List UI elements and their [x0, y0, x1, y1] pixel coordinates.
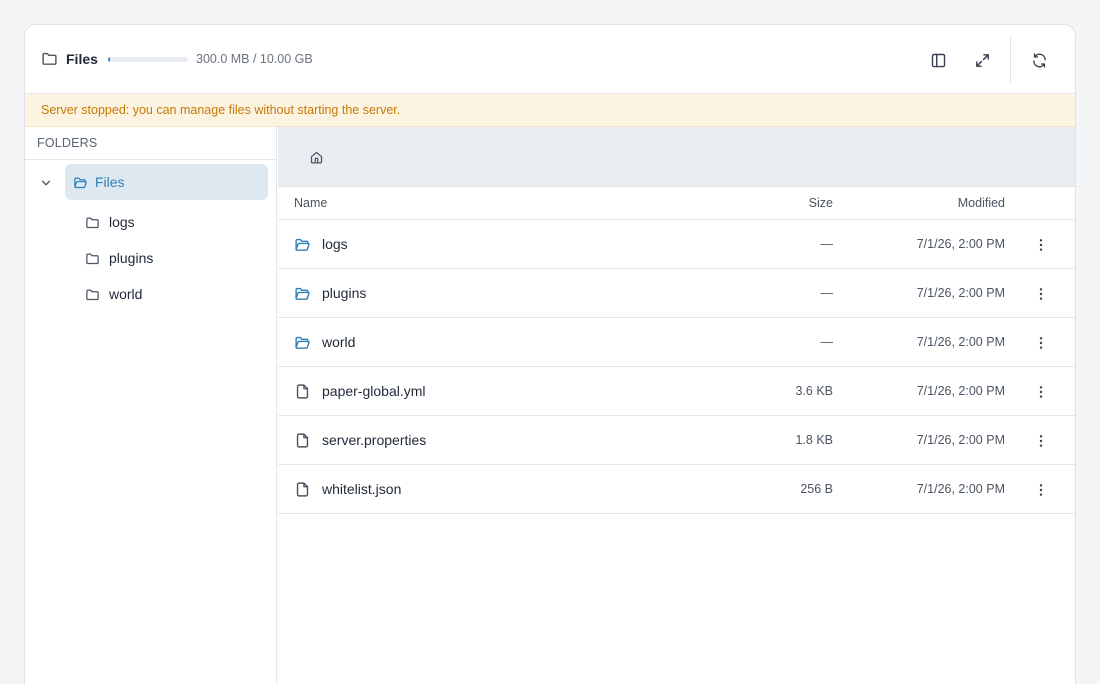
- refresh-icon: [1032, 52, 1046, 68]
- row-actions-button[interactable]: [1030, 430, 1052, 452]
- file-manager-panel: Files 300.0 MB / 10.00 GB Server stopped…: [24, 24, 1076, 684]
- refresh-button[interactable]: [1025, 46, 1053, 74]
- file-size: —: [820, 335, 834, 349]
- column-header-modified[interactable]: Modified: [958, 196, 1005, 210]
- banner-text: Server stopped: you can manage files wit…: [41, 103, 401, 117]
- file-icon: [296, 433, 309, 448]
- row-actions-button[interactable]: [1030, 283, 1052, 305]
- file-icon: [296, 384, 309, 399]
- more-vertical-icon: [1039, 239, 1043, 251]
- row-actions-button[interactable]: [1030, 381, 1052, 403]
- expand-button[interactable]: [968, 46, 996, 74]
- table-row[interactable]: paper-global.yml 3.6 KB 7/1/26, 2:00 PM: [278, 367, 1075, 416]
- more-vertical-icon: [1039, 484, 1043, 496]
- file-modified: 7/1/26, 2:00 PM: [916, 335, 1005, 349]
- file-size: —: [820, 237, 834, 251]
- tree-item-files[interactable]: Files: [65, 164, 268, 200]
- storage-usage-bar: [108, 57, 188, 62]
- row-actions-button[interactable]: [1030, 479, 1052, 501]
- breadcrumb-home-button[interactable]: [306, 147, 326, 167]
- file-name: server.properties: [322, 432, 427, 448]
- file-icon: [296, 482, 309, 497]
- more-vertical-icon: [1039, 386, 1043, 398]
- folder-open-icon: [295, 238, 310, 251]
- file-list-area: Name Size Modified logs —7/1/26, 2:00 PM p…: [278, 127, 1075, 684]
- folder-icon: [86, 289, 99, 300]
- file-modified: 7/1/26, 2:00 PM: [916, 384, 1005, 398]
- tree-item-world[interactable]: world: [85, 280, 142, 308]
- more-vertical-icon: [1039, 435, 1043, 447]
- tree-item-label: plugins: [109, 250, 154, 266]
- tree-item-label: Files: [95, 174, 125, 190]
- table-row[interactable]: logs — 7/1/26, 2:00 PM: [278, 220, 1075, 269]
- tree-item-logs[interactable]: logs: [85, 208, 135, 236]
- table-header: Name Size Modified: [278, 187, 1075, 220]
- file-modified: 7/1/26, 2:00 PM: [916, 286, 1005, 300]
- row-actions-button[interactable]: [1030, 234, 1052, 256]
- server-stopped-banner: Server stopped: you can manage files wit…: [25, 94, 1075, 127]
- file-name: world: [322, 334, 356, 350]
- file-modified: 7/1/26, 2:00 PM: [916, 433, 1005, 447]
- row-actions-button[interactable]: [1030, 332, 1052, 354]
- more-vertical-icon: [1039, 288, 1043, 300]
- breadcrumb: [278, 127, 1075, 187]
- folder-icon: [86, 253, 99, 264]
- tree-item-label: logs: [109, 214, 135, 230]
- more-vertical-icon: [1039, 337, 1043, 349]
- file-modified: 7/1/26, 2:00 PM: [916, 482, 1005, 496]
- toggle-sidebar-icon: [931, 53, 945, 67]
- storage-usage-text: 300.0 MB / 10.00 GB: [196, 52, 313, 66]
- folder-open-icon: [295, 336, 310, 349]
- file-size: 1.8 KB: [795, 433, 833, 447]
- chevron-down-icon[interactable]: [39, 176, 53, 190]
- file-size: 3.6 KB: [795, 384, 833, 398]
- toggle-sidebar-button[interactable]: [924, 46, 952, 74]
- folder-icon: [86, 217, 99, 228]
- column-header-size[interactable]: Size: [809, 196, 833, 210]
- table-row[interactable]: world — 7/1/26, 2:00 PM: [278, 318, 1075, 367]
- folder-open-icon: [295, 287, 310, 300]
- home-icon: [310, 151, 322, 163]
- column-header-name[interactable]: Name: [294, 196, 327, 210]
- header-divider: [1010, 36, 1011, 83]
- header-title-group: Files: [41, 50, 98, 67]
- storage-usage-fill: [108, 57, 111, 62]
- tree-item-plugins[interactable]: plugins: [85, 244, 153, 272]
- file-name: plugins: [322, 285, 367, 301]
- folder-sidebar: FOLDERS Files logs plugins world: [25, 127, 277, 684]
- file-modified: 7/1/26, 2:00 PM: [916, 237, 1005, 251]
- page-title: Files: [66, 50, 98, 67]
- tree-item-label: world: [109, 286, 143, 302]
- file-size: —: [820, 286, 834, 300]
- file-manager-header: Files 300.0 MB / 10.00 GB: [25, 25, 1075, 94]
- expand-icon: [975, 53, 989, 67]
- file-size: 256 B: [800, 482, 833, 496]
- file-name: whitelist.json: [322, 481, 402, 497]
- table-row[interactable]: plugins — 7/1/26, 2:00 PM: [278, 269, 1075, 318]
- table-row[interactable]: server.properties 1.8 KB 7/1/26, 2:00 PM: [278, 416, 1075, 465]
- file-name: paper-global.yml: [322, 383, 426, 399]
- folder-open-icon: [74, 177, 87, 188]
- sidebar-heading: FOLDERS: [25, 127, 276, 160]
- table-row[interactable]: whitelist.json 256 B 7/1/26, 2:00 PM: [278, 465, 1075, 514]
- folder-icon: [42, 52, 57, 65]
- file-table-body: logs — 7/1/26, 2:00 PM plugins — 7/1/26, 2:00…: [278, 220, 1075, 514]
- file-name: logs: [322, 236, 348, 252]
